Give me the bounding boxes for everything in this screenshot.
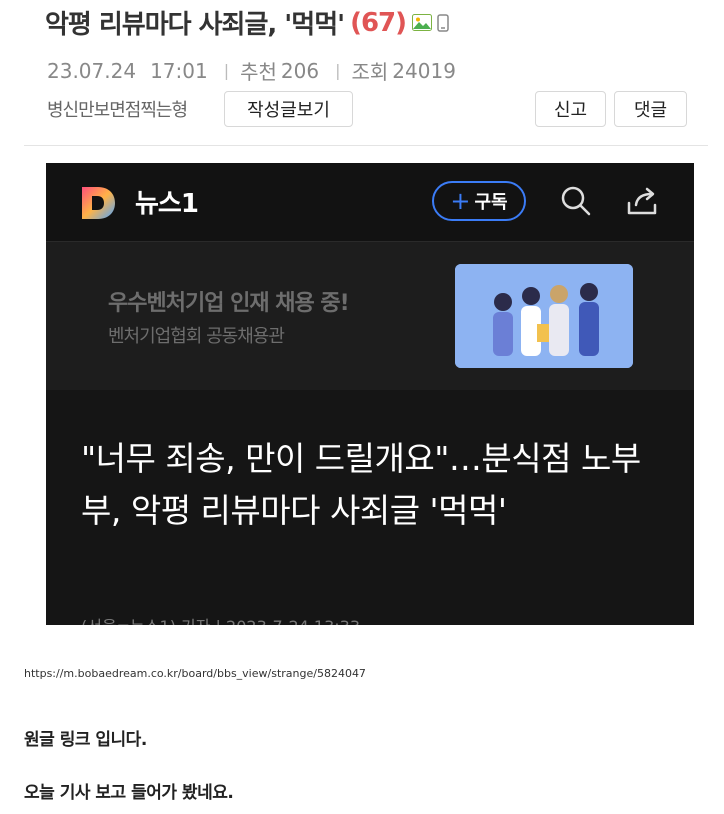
views-count: 24019 bbox=[392, 58, 456, 83]
plus-icon: + bbox=[450, 187, 471, 215]
news-byline: (서울=뉴스1) 기자 | 2023-7-24 13:33 bbox=[81, 613, 360, 625]
image-icon bbox=[412, 14, 433, 31]
recommend-label: 추천 bbox=[240, 60, 277, 84]
post-meta: 23.07.24 17:01 | 추천 206 | 조회 24019 bbox=[47, 56, 460, 85]
ad-title: 우수벤처기업 인재 채용 중! bbox=[108, 291, 350, 316]
views-label: 조회 bbox=[351, 60, 389, 84]
author-name[interactable]: 병신만보면점찍는형 bbox=[47, 96, 188, 122]
search-icon bbox=[558, 183, 594, 219]
comment-count[interactable]: (67) bbox=[350, 8, 407, 38]
body-line-2: 오늘 기사 보고 들어가 봤네요. bbox=[24, 783, 234, 803]
body-line-1: 원글 링크 입니다. bbox=[24, 730, 147, 750]
subscribe-button: + 구독 bbox=[432, 181, 526, 221]
ad-banner: 우수벤처기업 인재 채용 중! 벤처기업협회 공동채용관 bbox=[46, 242, 694, 390]
news1-logo-icon bbox=[78, 183, 118, 223]
post-title: 악평 리뷰마다 사죄글, '먹먹' bbox=[45, 10, 345, 40]
mobile-icon bbox=[437, 13, 449, 32]
header-divider bbox=[24, 145, 708, 146]
post-title-row: 악평 리뷰마다 사죄글, '먹먹' (67) bbox=[45, 4, 449, 41]
news-screenshot: 뉴스1 + 구독 우수벤처기업 인재 채용 중! 벤처기업협회 공동채용관 "너… bbox=[46, 163, 694, 625]
news-headline: "너무 죄송, 만이 드릴개요"…분식점 노부부, 악평 리뷰마다 사죄글 '먹… bbox=[81, 439, 641, 530]
news-brand: 뉴스1 bbox=[135, 189, 199, 219]
post-time: 17:01 bbox=[150, 58, 208, 83]
ad-illustration bbox=[455, 264, 633, 368]
comment-button[interactable]: 댓글 bbox=[614, 91, 687, 127]
ad-subtitle: 벤처기업협회 공동채용관 bbox=[108, 326, 285, 347]
meta-separator: | bbox=[223, 61, 230, 80]
news-app-header: 뉴스1 + 구독 bbox=[46, 163, 694, 242]
share-icon bbox=[624, 183, 660, 219]
recommend-count: 206 bbox=[280, 58, 320, 83]
source-link[interactable]: https://m.bobaedream.co.kr/board/bbs_vie… bbox=[24, 667, 366, 680]
report-button[interactable]: 신고 bbox=[535, 91, 606, 127]
post-date: 23.07.24 bbox=[47, 58, 137, 83]
subscribe-label: 구독 bbox=[474, 192, 508, 213]
meta-separator: | bbox=[335, 61, 341, 80]
view-posts-button[interactable]: 작성글보기 bbox=[224, 91, 353, 127]
